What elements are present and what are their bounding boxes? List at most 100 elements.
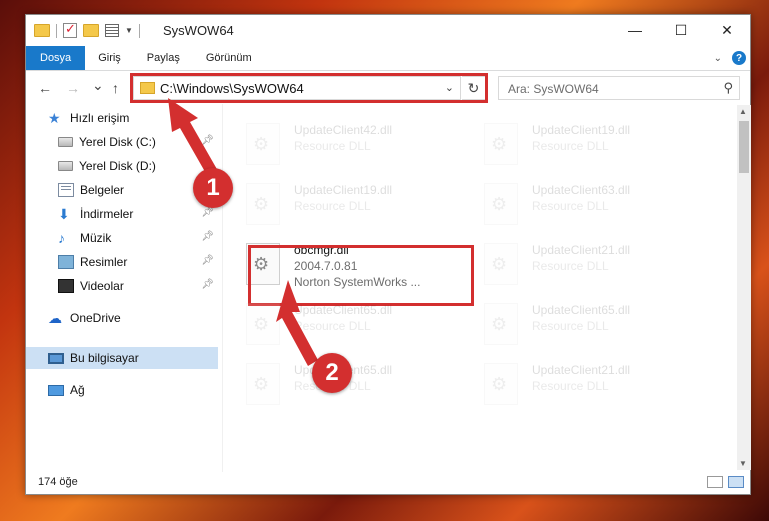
pin-icon: 📌︎ <box>201 255 214 266</box>
sidebar-item-label: Belgeler <box>80 183 125 197</box>
scroll-up-icon[interactable]: ▲ <box>739 107 747 116</box>
star-icon: ★ <box>48 110 61 126</box>
music-icon: ♪ <box>58 230 65 246</box>
expand-ribbon-icon[interactable]: ⌄ <box>714 53 722 64</box>
recent-locations-button[interactable]: ⌄ <box>92 77 104 94</box>
pictures-icon <box>58 255 74 269</box>
this-pc-icon <box>48 352 64 364</box>
window-controls: — ☐ ✕ <box>612 15 750 45</box>
dll-file-icon <box>484 243 518 285</box>
file-explorer-window: ▼ SysWOW64 — ☐ ✕ Dosya Giriş Paylaş Görü… <box>25 14 751 495</box>
dll-file-icon <box>484 363 518 405</box>
dll-file-icon <box>246 303 280 345</box>
file-description: Resource DLL <box>532 259 609 273</box>
file-item[interactable]: UpdateClient19.dll Resource DLL <box>462 119 698 177</box>
sidebar-item-label: Yerel Disk (C:) <box>79 135 156 149</box>
address-highlight-box <box>130 73 488 103</box>
search-icon[interactable]: ⚲ <box>723 80 733 96</box>
close-button[interactable]: ✕ <box>704 15 750 45</box>
file-description: Resource DLL <box>532 199 609 213</box>
sidebar-item-music[interactable]: ♪ Müzik 📌︎ <box>26 227 218 249</box>
file-item[interactable]: UpdateClient42.dll Resource DLL <box>224 119 460 177</box>
sidebar-item-this-pc[interactable]: Bu bilgisayar <box>26 347 218 369</box>
pin-icon: 📌︎ <box>201 207 214 218</box>
status-bar: 174 öğe <box>26 472 750 495</box>
file-description: Resource DLL <box>532 319 609 333</box>
scrollbar-thumb[interactable] <box>739 121 749 173</box>
sidebar-item-local-disk-c[interactable]: Yerel Disk (C:) 📌︎ <box>26 131 218 153</box>
file-item[interactable]: UpdateClient19.dll Resource DLL <box>224 179 460 237</box>
file-item[interactable]: UpdateClient65.dll Resource DLL <box>224 299 460 357</box>
quick-access-toolbar: ▼ <box>34 21 140 38</box>
ribbon-right-controls: ⌄ ? <box>714 46 750 70</box>
search-box[interactable]: Ara: SysWOW64 ⚲ <box>498 76 740 100</box>
toolbar-separator <box>56 23 57 38</box>
tab-gorunum[interactable]: Görünüm <box>193 46 265 70</box>
customize-icon[interactable] <box>105 24 119 37</box>
tab-giris[interactable]: Giriş <box>85 46 134 70</box>
tab-dosya[interactable]: Dosya <box>26 46 86 70</box>
documents-icon <box>58 183 74 197</box>
dll-file-icon <box>246 183 280 225</box>
back-button[interactable]: ← <box>38 80 52 96</box>
window-title: SysWOW64 <box>163 23 234 38</box>
dll-file-icon <box>484 183 518 225</box>
pane-divider[interactable] <box>222 104 223 472</box>
chevron-down-icon[interactable]: ▼ <box>125 26 133 35</box>
up-button[interactable]: ↑ <box>112 80 119 96</box>
onedrive-icon: ☁ <box>48 310 62 326</box>
drive-icon <box>58 137 73 147</box>
help-icon[interactable]: ? <box>732 51 746 65</box>
vertical-scrollbar[interactable]: ▲ ▼ <box>737 105 751 470</box>
ribbon-tabs: Dosya Giriş Paylaş Görünüm ⌄ ? <box>26 46 750 70</box>
sidebar-item-label: Müzik <box>80 231 112 245</box>
minimize-button[interactable]: — <box>612 15 658 45</box>
properties-check-icon[interactable] <box>63 21 77 38</box>
forward-button[interactable]: → <box>66 80 80 96</box>
sidebar-item-downloads[interactable]: ⬇ İndirmeler 📌︎ <box>26 203 218 225</box>
file-name: UpdateClient63.dll <box>532 183 631 197</box>
sidebar-item-pictures[interactable]: Resimler 📌︎ <box>26 251 218 273</box>
maximize-button[interactable]: ☐ <box>658 15 704 45</box>
scroll-down-icon[interactable]: ▼ <box>739 459 747 468</box>
sidebar-item-videos[interactable]: Videolar 📌︎ <box>26 275 218 297</box>
sidebar-item-onedrive[interactable]: ☁ OneDrive <box>26 307 218 329</box>
dll-file-icon <box>246 363 280 405</box>
file-item[interactable]: UpdateClient63.dll Resource DLL <box>462 179 698 237</box>
sidebar-item-network[interactable]: Ağ <box>26 379 218 401</box>
title-bar: ▼ SysWOW64 — ☐ ✕ <box>26 15 750 46</box>
item-count: 174 öğe <box>38 476 78 488</box>
file-item[interactable]: UpdateClient21.dll Resource DLL <box>462 359 698 417</box>
folder-icon <box>34 24 50 37</box>
file-item[interactable]: UpdateClient21.dll Resource DLL <box>462 239 698 297</box>
dll-file-icon <box>484 303 518 345</box>
dll-file-icon <box>484 123 518 165</box>
sidebar-item-documents[interactable]: Belgeler <box>26 179 218 201</box>
file-description: Resource DLL <box>294 319 371 333</box>
details-view-icon[interactable] <box>707 476 723 488</box>
sidebar-item-quick-access[interactable]: ★ Hızlı erişim <box>26 107 218 129</box>
file-name: UpdateClient65.dll <box>532 303 631 317</box>
file-name: UpdateClient65.dll <box>294 303 393 317</box>
file-description: Resource DLL <box>532 379 609 393</box>
toolbar-separator <box>138 23 140 38</box>
sidebar-item-local-disk-d[interactable]: Yerel Disk (D:) <box>26 155 218 177</box>
dll-file-icon <box>246 123 280 165</box>
new-folder-icon[interactable] <box>83 24 99 37</box>
navigation-pane: ★ Hızlı erişim Yerel Disk (C:) 📌︎ Yerel … <box>26 107 221 467</box>
file-description: Resource DLL <box>294 199 371 213</box>
search-placeholder: Ara: SysWOW64 <box>508 82 599 96</box>
file-name: UpdateClient42.dll <box>294 123 393 137</box>
step-2-badge: 2 <box>312 353 352 393</box>
file-name: UpdateClient19.dll <box>532 123 631 137</box>
pin-icon: 📌︎ <box>201 135 214 146</box>
sidebar-item-label: Hızlı erişim <box>70 111 130 125</box>
drive-icon <box>58 161 73 171</box>
view-switcher <box>707 476 744 488</box>
step-1-badge: 1 <box>193 168 233 208</box>
large-icons-view-icon[interactable] <box>728 476 744 488</box>
network-icon <box>48 384 64 396</box>
tab-paylas[interactable]: Paylaş <box>134 46 193 70</box>
sidebar-item-label: Ağ <box>70 383 85 397</box>
file-item[interactable]: UpdateClient65.dll Resource DLL <box>462 299 698 357</box>
